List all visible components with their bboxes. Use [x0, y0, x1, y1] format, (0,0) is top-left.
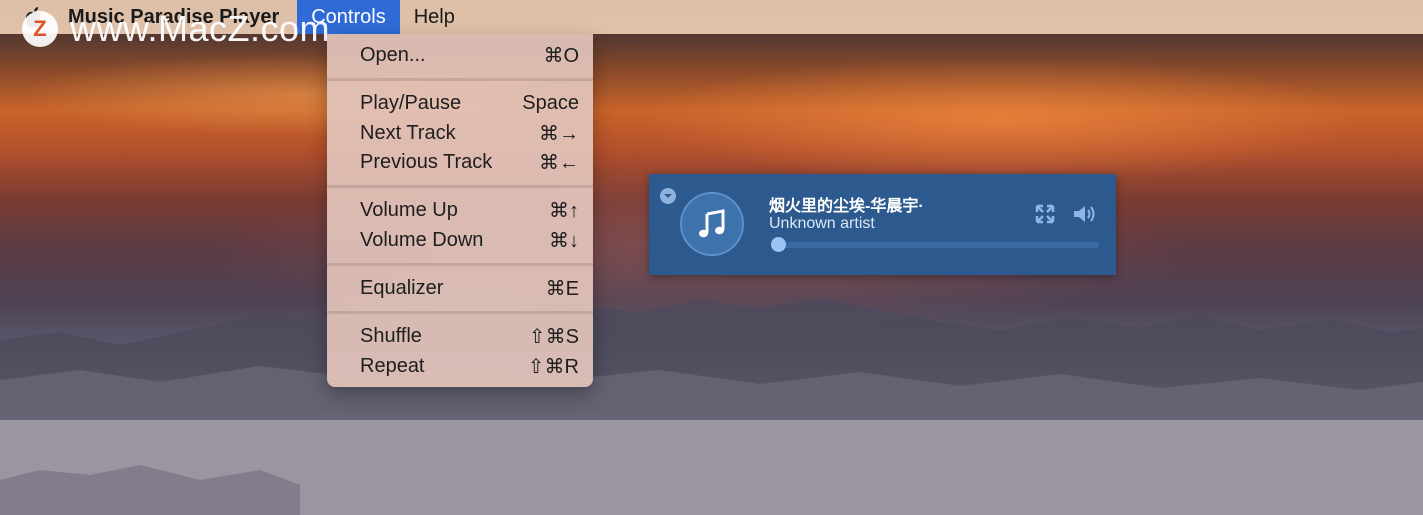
menu-item-label: Next Track: [360, 121, 456, 144]
menu-item-volume-down[interactable]: Volume Down ⌘↓: [360, 225, 579, 255]
controls-dropdown-menu: Open... ⌘O Play/Pause Space Next Track ⌘…: [327, 34, 593, 387]
progress-knob[interactable]: [771, 237, 786, 252]
menu-item-label: Shuffle: [360, 324, 422, 347]
menu-item-previous-track[interactable]: Previous Track ⌘←: [360, 147, 579, 177]
menu-item-shortcut: Space: [522, 91, 579, 114]
menu-item-shortcut: ⌘→: [539, 122, 579, 145]
menu-item-label: Repeat: [360, 354, 425, 377]
app-name-menu[interactable]: Music Paradise Player: [68, 0, 279, 34]
menu-controls[interactable]: Controls: [297, 0, 400, 34]
menu-item-shortcut: ⌘↑: [549, 199, 579, 222]
menu-item-label: Open...: [360, 43, 426, 66]
menu-item-open[interactable]: Open... ⌘O: [360, 40, 579, 70]
menu-item-label: Volume Up: [360, 198, 458, 221]
chevron-down-icon[interactable]: [660, 188, 676, 204]
menu-item-shortcut: ⇧⌘S: [528, 325, 579, 348]
menu-item-label: Play/Pause: [360, 91, 462, 114]
menu-item-shortcut: ⇧⌘R: [527, 355, 579, 378]
menu-item-label: Previous Track: [360, 150, 493, 173]
track-artist: Unknown artist: [769, 215, 875, 232]
menu-item-shortcut: ⌘O: [543, 44, 579, 67]
menu-item-repeat[interactable]: Repeat ⇧⌘R: [360, 351, 579, 381]
mini-player-window: 烟火里的尘埃-华晨宇· Unknown artist: [649, 174, 1116, 275]
menu-item-next-track[interactable]: Next Track ⌘→: [360, 118, 579, 148]
apple-icon[interactable]: [24, 4, 46, 30]
menu-separator: [327, 263, 593, 266]
menu-item-label: Equalizer: [360, 276, 444, 299]
menu-item-shortcut: ⌘↓: [549, 229, 579, 252]
menu-bar: Music Paradise Player Controls Help: [0, 0, 1423, 34]
menu-separator: [327, 185, 593, 188]
menu-item-label: Volume Down: [360, 228, 484, 251]
menu-item-shuffle[interactable]: Shuffle ⇧⌘S: [360, 321, 579, 351]
menu-item-shortcut: ⌘←: [539, 151, 579, 174]
mountain-landscape: [0, 298, 1423, 515]
menu-separator: [327, 78, 593, 81]
progress-slider[interactable]: [775, 242, 1099, 248]
music-note-icon: [699, 209, 725, 238]
album-art: [680, 192, 744, 256]
menu-separator: [327, 311, 593, 314]
speaker-icon[interactable]: [1072, 203, 1098, 225]
menu-help[interactable]: Help: [400, 0, 469, 34]
menu-item-shortcut: ⌘E: [545, 277, 579, 300]
track-title: 烟火里的尘埃-华晨宇·: [769, 198, 924, 215]
expand-icon[interactable]: [1035, 204, 1055, 224]
desktop: Music Paradise Player Controls Help Z ww…: [0, 0, 1423, 515]
menu-item-equalizer[interactable]: Equalizer ⌘E: [360, 273, 579, 303]
menu-item-play-pause[interactable]: Play/Pause Space: [360, 88, 579, 118]
menu-item-volume-up[interactable]: Volume Up ⌘↑: [360, 195, 579, 225]
